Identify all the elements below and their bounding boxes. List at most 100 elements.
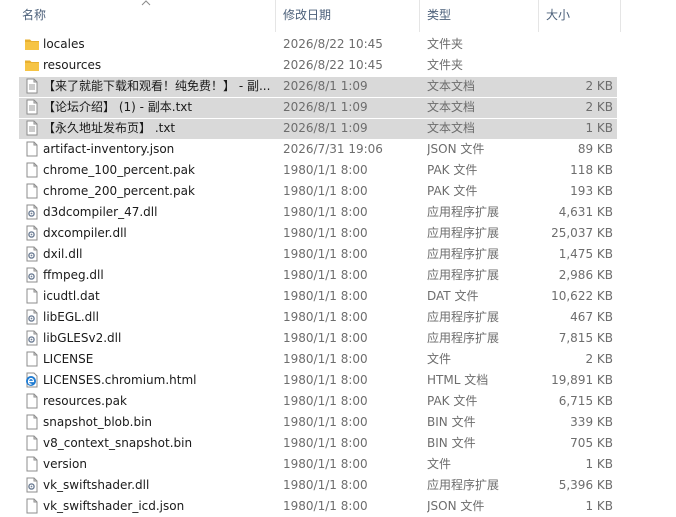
file-size: 1 KB <box>585 121 613 135</box>
column-header-bar: 名称 修改日期 类型 大小 <box>0 0 676 32</box>
file-name: LICENSES.chromium.html <box>43 373 197 387</box>
file-size: 2,986 KB <box>558 268 613 282</box>
file-icon <box>24 351 40 367</box>
file-modified-date: 1980/1/1 8:00 <box>283 499 368 513</box>
file-row[interactable]: icudtl.dat 1980/1/1 8:00 DAT 文件 10,622 KB <box>0 286 676 307</box>
column-divider[interactable] <box>620 0 621 32</box>
file-size: 10,622 KB <box>551 289 613 303</box>
file-type: 文件 <box>427 352 452 366</box>
file-row[interactable]: dxil.dll 1980/1/1 8:00 应用程序扩展 1,475 KB <box>0 244 676 265</box>
file-row[interactable]: resources.pak 1980/1/1 8:00 PAK 文件 6,715 KB <box>0 391 676 412</box>
file-row[interactable]: libEGL.dll 1980/1/1 8:00 应用程序扩展 467 KB <box>0 307 676 328</box>
dll-file-icon <box>24 246 40 262</box>
file-name: icudtl.dat <box>43 289 100 303</box>
file-icon <box>24 288 40 304</box>
dll-file-icon <box>24 330 40 346</box>
file-name: v8_context_snapshot.bin <box>43 436 193 450</box>
file-modified-date: 2026/8/1 1:09 <box>283 100 368 114</box>
file-type: 应用程序扩展 <box>427 331 500 345</box>
file-size: 6,715 KB <box>558 394 613 408</box>
column-header-type[interactable]: 类型 <box>427 0 451 32</box>
dll-file-icon <box>24 204 40 220</box>
file-row[interactable]: vk_swiftshader.dll 1980/1/1 8:00 应用程序扩展 5,3… <box>0 475 676 496</box>
file-type: 文件夹 <box>427 37 464 51</box>
file-size: 118 KB <box>570 163 613 177</box>
file-row[interactable]: libGLESv2.dll 1980/1/1 8:00 应用程序扩展 7,815 KB <box>0 328 676 349</box>
file-modified-date: 1980/1/1 8:00 <box>283 205 368 219</box>
column-divider[interactable] <box>538 0 539 32</box>
file-icon <box>24 498 40 514</box>
file-modified-date: 2026/8/1 1:09 <box>283 79 368 93</box>
file-name: 【永久地址发布页】 .txt <box>43 121 176 135</box>
file-size: 705 KB <box>570 436 613 450</box>
column-header-size[interactable]: 大小 <box>546 0 570 32</box>
file-row[interactable]: d3dcompiler_47.dll 1980/1/1 8:00 应用程序扩展 4,6… <box>0 202 676 223</box>
file-size: 1 KB <box>585 457 613 471</box>
file-type: PAK 文件 <box>427 394 478 408</box>
file-type: PAK 文件 <box>427 184 478 198</box>
file-type: 文件 <box>427 457 452 471</box>
file-row[interactable]: LICENSE 1980/1/1 8:00 文件 2 KB <box>0 349 676 370</box>
file-name: ffmpeg.dll <box>43 268 104 282</box>
file-name: chrome_100_percent.pak <box>43 163 195 177</box>
file-modified-date: 1980/1/1 8:00 <box>283 436 368 450</box>
text-file-icon <box>24 99 40 115</box>
file-type: 应用程序扩展 <box>427 478 500 492</box>
file-modified-date: 2026/8/22 10:45 <box>283 37 383 51</box>
file-size: 1,475 KB <box>558 247 613 261</box>
file-size: 2 KB <box>585 352 613 366</box>
file-row[interactable]: LICENSES.chromium.html 1980/1/1 8:00 HTML … <box>0 370 676 391</box>
file-row[interactable]: chrome_100_percent.pak 1980/1/1 8:00 PAK 文… <box>0 160 676 181</box>
file-size: 19,891 KB <box>551 373 613 387</box>
file-type: 文件夹 <box>427 58 464 72</box>
file-modified-date: 1980/1/1 8:00 <box>283 478 368 492</box>
file-type: JSON 文件 <box>427 499 485 513</box>
file-modified-date: 1980/1/1 8:00 <box>283 310 368 324</box>
file-icon <box>24 456 40 472</box>
folder-icon <box>24 57 40 73</box>
file-modified-date: 1980/1/1 8:00 <box>283 226 368 240</box>
file-type: BIN 文件 <box>427 436 476 450</box>
file-name: resources <box>43 58 102 72</box>
file-name: d3dcompiler_47.dll <box>43 205 158 219</box>
column-header-name[interactable]: 名称 <box>22 0 46 32</box>
file-row[interactable]: artifact-inventory.json 2026/7/31 19:06 JS… <box>0 139 676 160</box>
folder-row[interactable]: resources 2026/8/22 10:45 文件夹 <box>0 55 676 76</box>
file-row[interactable]: snapshot_blob.bin 1980/1/1 8:00 BIN 文件 339 … <box>0 412 676 433</box>
file-row[interactable]: 【永久地址发布页】 .txt 2026/8/1 1:09 文本文档 1 KB <box>0 118 676 139</box>
folder-row[interactable]: locales 2026/8/22 10:45 文件夹 <box>0 34 676 55</box>
file-row[interactable]: vk_swiftshader_icd.json 1980/1/1 8:00 JSON… <box>0 496 676 517</box>
file-row[interactable]: chrome_200_percent.pak 1980/1/1 8:00 PAK 文… <box>0 181 676 202</box>
column-divider[interactable] <box>419 0 420 32</box>
file-row[interactable]: dxcompiler.dll 1980/1/1 8:00 应用程序扩展 25,037 … <box>0 223 676 244</box>
file-size: 193 KB <box>570 184 613 198</box>
file-icon <box>24 183 40 199</box>
file-size: 89 KB <box>577 142 613 156</box>
file-row[interactable]: version 1980/1/1 8:00 文件 1 KB <box>0 454 676 475</box>
file-size: 1 KB <box>585 499 613 513</box>
file-modified-date: 2026/8/22 10:45 <box>283 58 383 72</box>
column-header-date[interactable]: 修改日期 <box>283 0 331 32</box>
file-icon <box>24 435 40 451</box>
file-name: libEGL.dll <box>43 310 99 324</box>
file-name: artifact-inventory.json <box>43 142 175 156</box>
dll-file-icon <box>24 309 40 325</box>
file-modified-date: 1980/1/1 8:00 <box>283 415 368 429</box>
file-name: 【论坛介绍】 (1) - 副本.txt <box>43 100 193 114</box>
file-name: locales <box>43 37 85 51</box>
file-icon <box>24 414 40 430</box>
file-name: vk_swiftshader_icd.json <box>43 499 185 513</box>
file-row[interactable]: 【来了就能下载和观看！纯免费！】 - 副... 2026/8/1 1:09 文本文档… <box>0 76 676 97</box>
file-type: 文本文档 <box>427 79 476 93</box>
column-divider[interactable] <box>275 0 276 32</box>
file-row[interactable]: 【论坛介绍】 (1) - 副本.txt 2026/8/1 1:09 文本文档 2 KB <box>0 97 676 118</box>
file-icon <box>24 162 40 178</box>
file-row[interactable]: v8_context_snapshot.bin 1980/1/1 8:00 BIN … <box>0 433 676 454</box>
file-type: DAT 文件 <box>427 289 479 303</box>
file-name: snapshot_blob.bin <box>43 415 153 429</box>
file-modified-date: 1980/1/1 8:00 <box>283 394 368 408</box>
dll-file-icon <box>24 225 40 241</box>
file-name: dxil.dll <box>43 247 83 261</box>
file-row[interactable]: ffmpeg.dll 1980/1/1 8:00 应用程序扩展 2,986 KB <box>0 265 676 286</box>
file-type: 应用程序扩展 <box>427 226 500 240</box>
